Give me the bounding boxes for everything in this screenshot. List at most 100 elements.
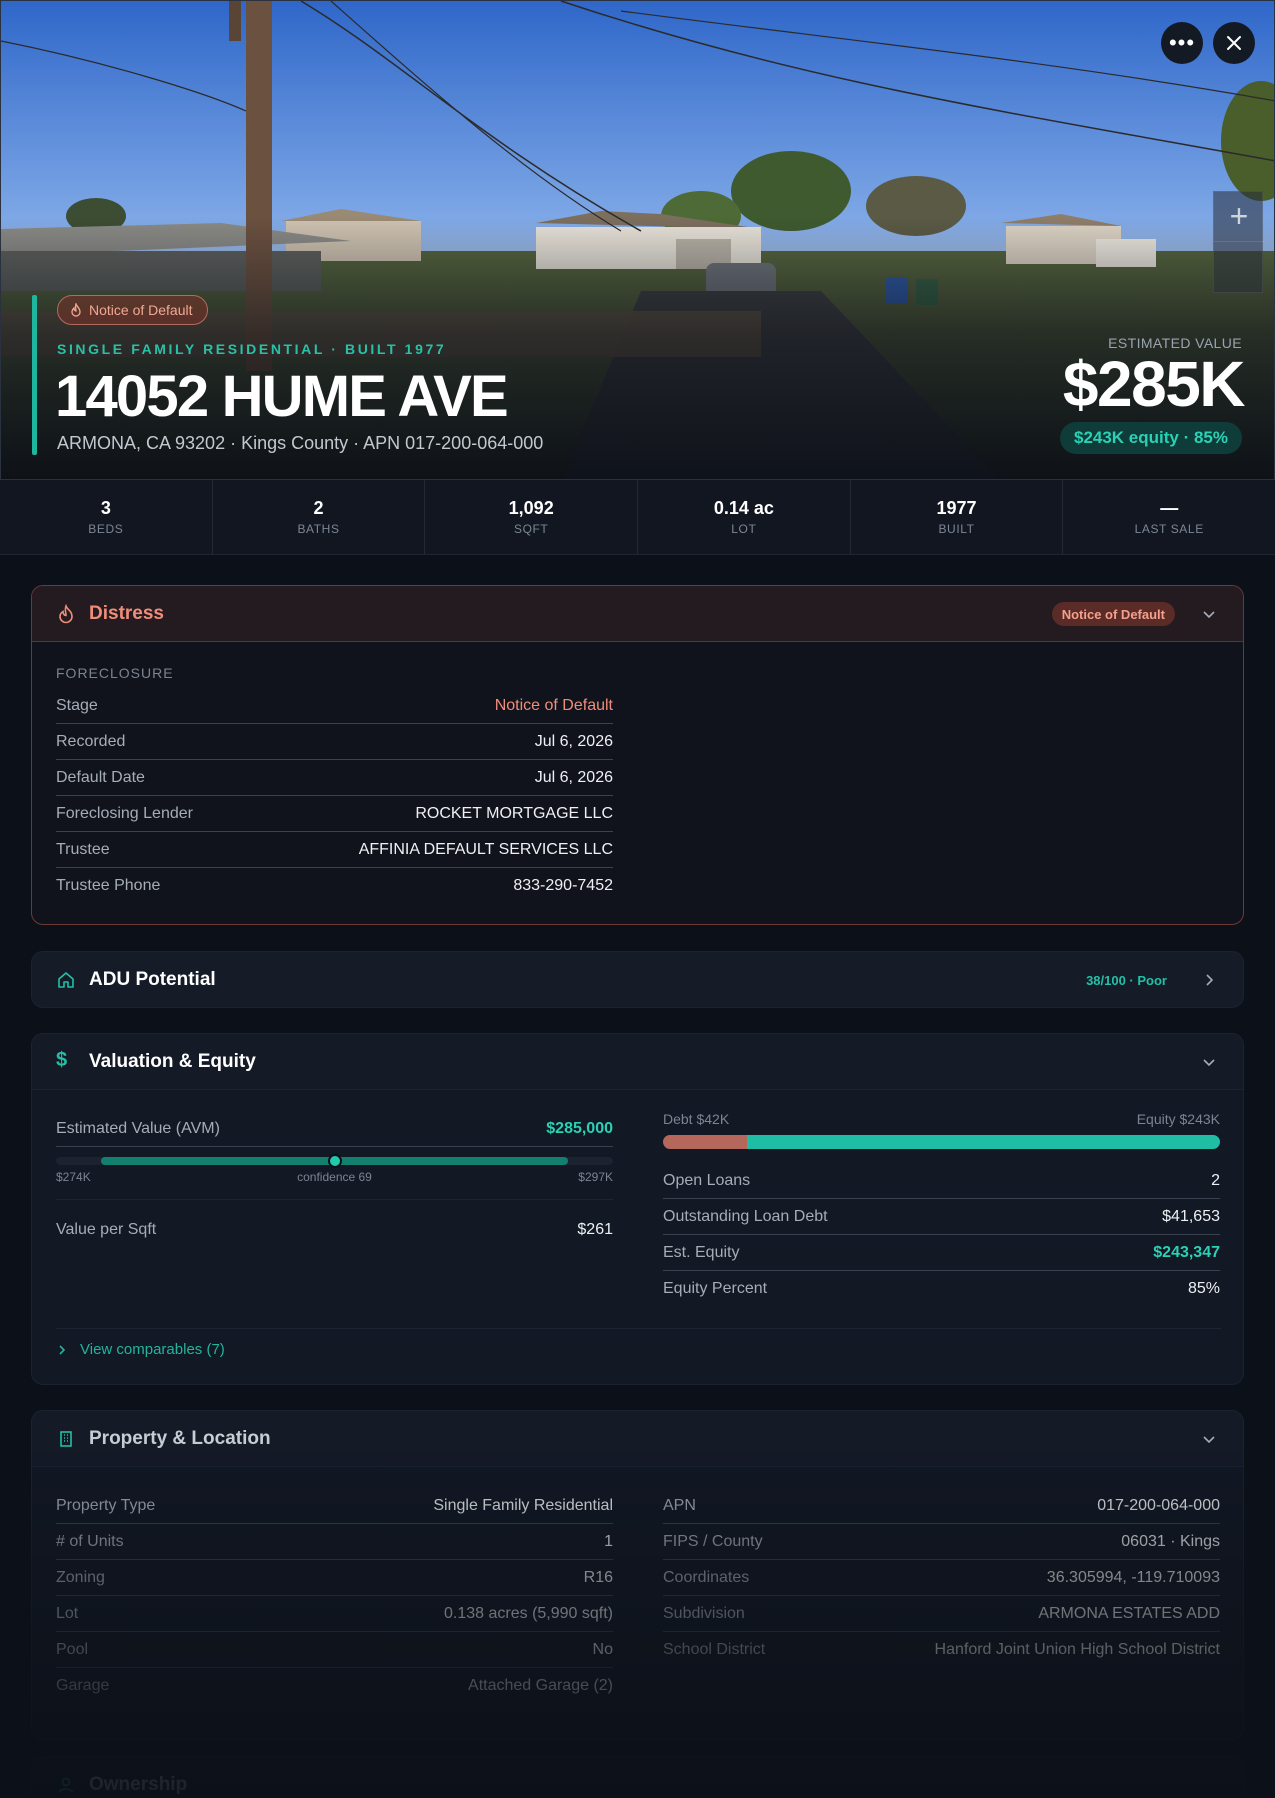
row-label: Trustee [56, 840, 110, 858]
row-value: ARMONA ESTATES ADD [1038, 1604, 1220, 1622]
zoning-row: Zoning R16 [56, 1560, 613, 1596]
property-type-kicker: SINGLE FAMILY RESIDENTIAL · BUILT 1977 [57, 341, 447, 357]
stat-label: LOT [731, 522, 757, 536]
more-options-button[interactable]: ••• [1161, 22, 1203, 64]
range-high-label: $297K [578, 1170, 613, 1184]
row-label: Est. Equity [663, 1243, 740, 1261]
distress-tag: Notice of Default [1051, 602, 1175, 626]
flame-icon [71, 303, 81, 317]
row-value: $285,000 [546, 1119, 613, 1137]
property-type-row: Property Type Single Family Residential [56, 1488, 613, 1524]
chevron-down-icon[interactable] [1201, 1054, 1217, 1070]
row-value: $41,653 [1162, 1207, 1220, 1225]
chevron-down-icon[interactable] [1201, 606, 1217, 622]
street-view-zoom-controls: + [1213, 191, 1264, 293]
row-value: $261 [577, 1221, 613, 1238]
row-label: Recorded [56, 732, 126, 750]
foreclosure-section-label: FORECLOSURE [56, 665, 174, 681]
equity-label: Equity $243K [1136, 1111, 1220, 1127]
foreclosure-row-trustee-phone: Trustee Phone 833-290-7452 [56, 868, 613, 904]
row-label: Default Date [56, 768, 145, 786]
property-detail-panel: ••• + Notice of Default SINGLE FAMILY RE… [0, 0, 1275, 1798]
valuation-card-header[interactable]: $ Valuation & Equity [32, 1034, 1243, 1090]
divider [56, 1199, 613, 1200]
row-value: Hanford Joint Union High School District [934, 1641, 1220, 1658]
property-card-header[interactable]: Property & Location [32, 1411, 1243, 1467]
row-label: Pool [56, 1640, 89, 1658]
foreclosure-row-recorded: Recorded Jul 6, 2026 [56, 724, 613, 760]
row-label: Estimated Value (AVM) [56, 1119, 220, 1137]
apn-row: APN 017-200-064-000 [663, 1488, 1220, 1524]
row-label: Equity Percent [663, 1280, 768, 1297]
row-value: R16 [583, 1568, 613, 1586]
row-label: Coordinates [663, 1568, 750, 1586]
stat-lot: 0.14 ac LOT [638, 480, 851, 554]
zoom-in-button[interactable]: + [1214, 192, 1264, 242]
chevron-right-icon[interactable] [1201, 972, 1217, 988]
row-value: 06031 · Kings [1121, 1532, 1220, 1550]
distress-badge-label: Notice of Default [89, 302, 193, 318]
property-title: Property & Location [89, 1428, 271, 1449]
ellipsis-icon: ••• [1168, 30, 1196, 55]
adu-potential-card[interactable]: ADU Potential 38/100 · Poor [31, 951, 1244, 1008]
row-value: No [592, 1640, 613, 1658]
row-label: Zoning [56, 1568, 105, 1586]
value-per-sqft-row: Value per Sqft $261 [56, 1212, 613, 1248]
chevron-down-icon[interactable] [1201, 1431, 1217, 1447]
open-loans-row: Open Loans 2 [663, 1163, 1220, 1199]
user-icon [58, 1777, 74, 1793]
stat-last-sale: — LAST SALE [1063, 480, 1275, 554]
foreclosure-row-stage: Stage Notice of Default [56, 688, 613, 724]
avm-row: Estimated Value (AVM) $285,000 [56, 1111, 613, 1147]
row-label: # of Units [56, 1532, 124, 1550]
debt-segment [663, 1135, 747, 1149]
close-icon [1227, 36, 1241, 50]
hero-accent-bar [32, 295, 37, 455]
row-label: APN [663, 1496, 696, 1514]
pool-row: Pool No [56, 1632, 613, 1668]
equity-segment [746, 1135, 1220, 1149]
distress-title: Distress [89, 603, 164, 624]
building-icon [60, 1431, 72, 1447]
adu-title: ADU Potential [89, 969, 216, 990]
units-row: # of Units 1 [56, 1524, 613, 1560]
row-label: Trustee Phone [56, 877, 161, 894]
view-comparables-link[interactable]: View comparables (7) [56, 1341, 225, 1358]
stat-label: LAST SALE [1134, 522, 1204, 536]
loan-debt-row: Outstanding Loan Debt $41,653 [663, 1199, 1220, 1235]
row-value: 2 [1211, 1171, 1220, 1189]
property-stats-bar: 3 BEDS 2 BATHS 1,092 SQFT 0.14 ac LOT 1977 BU… [0, 480, 1275, 555]
stat-beds: 3 BEDS [0, 480, 213, 554]
row-label: Stage [56, 696, 98, 714]
row-value: AFFINIA DEFAULT SERVICES LLC [358, 840, 613, 858]
stat-value: 2 [313, 498, 324, 518]
confidence-range-track [56, 1154, 613, 1168]
zoom-out-button[interactable] [1214, 243, 1264, 293]
dollar-icon: $ [56, 1049, 68, 1071]
foreclosure-row-default-date: Default Date Jul 6, 2026 [56, 760, 613, 796]
distress-status-badge: Notice of Default [57, 295, 208, 325]
row-value: Single Family Residential [433, 1496, 613, 1514]
divider [56, 1328, 1221, 1329]
ownership-card[interactable]: Ownership [31, 1756, 1244, 1798]
row-value: Attached Garage (2) [468, 1677, 613, 1694]
home-icon [58, 972, 74, 988]
ownership-title: Ownership [89, 1774, 188, 1795]
row-label: Outstanding Loan Debt [663, 1207, 828, 1225]
coordinates-row: Coordinates 36.305994, -119.710093 [663, 1560, 1220, 1596]
stat-label: BEDS [88, 522, 124, 536]
school-district-row: School District Hanford Joint Union High … [663, 1632, 1220, 1668]
row-value: 36.305994, -119.710093 [1046, 1568, 1220, 1586]
row-label: Property Type [56, 1496, 156, 1514]
row-value: 833-290-7452 [513, 877, 613, 894]
hero-street-view[interactable]: ••• + Notice of Default SINGLE FAMILY RE… [0, 0, 1275, 480]
flame-icon [59, 604, 73, 624]
distress-card: Distress Notice of Default FORECLOSURE S… [31, 585, 1244, 925]
row-value: Jul 6, 2026 [534, 732, 613, 750]
stat-label: BUILT [938, 522, 975, 536]
stat-sqft: 1,092 SQFT [425, 480, 639, 554]
distress-card-header[interactable]: Distress Notice of Default [32, 586, 1243, 642]
equity-pill: $243K equity · 85% [1059, 422, 1242, 454]
close-button[interactable] [1213, 22, 1255, 64]
row-label: FIPS / County [663, 1532, 763, 1550]
